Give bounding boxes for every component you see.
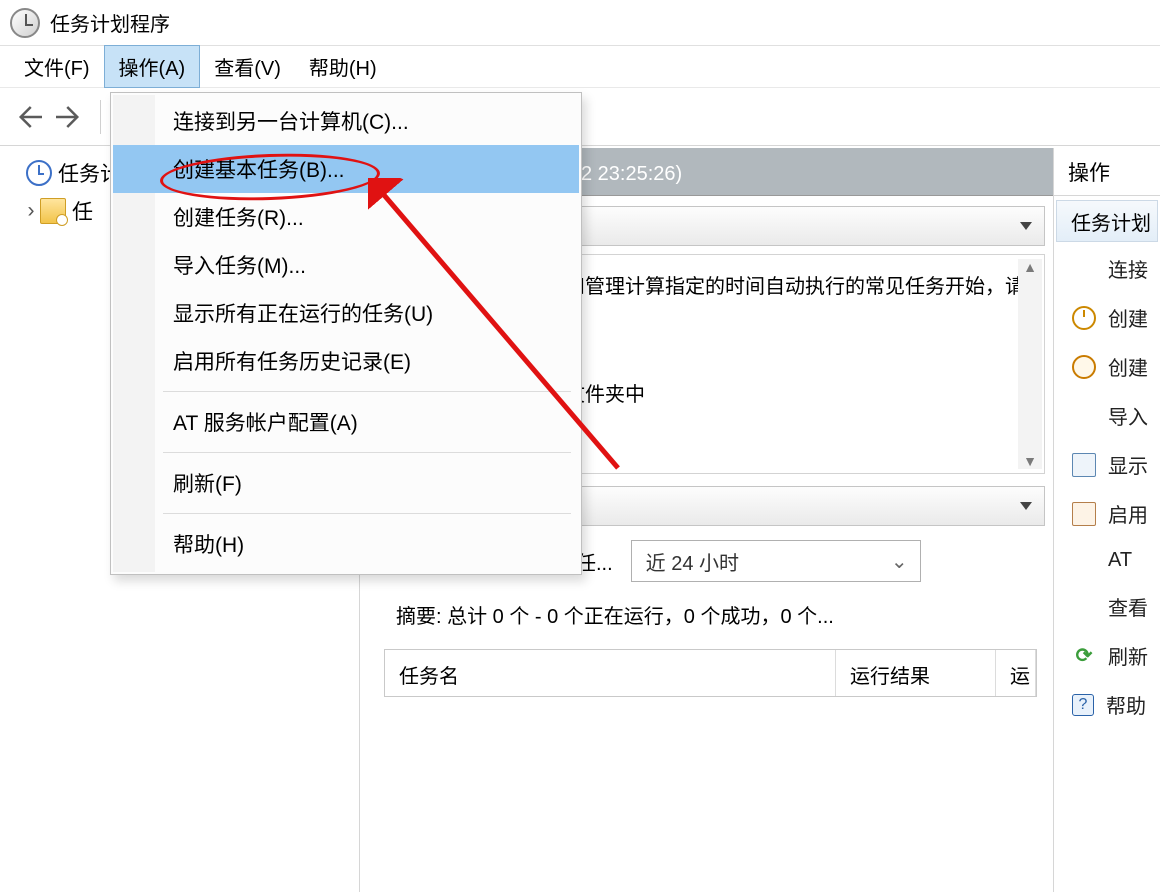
action-view[interactable]: 查看 (1054, 582, 1160, 631)
action-label: 查看 (1108, 592, 1148, 621)
clock-icon (1072, 306, 1096, 330)
period-combobox[interactable]: 近 24 小时 ⌄ (631, 540, 921, 582)
action-refresh[interactable]: ⟳ 刷新 (1054, 631, 1160, 680)
menu-action[interactable]: 操作(A) (104, 45, 201, 88)
scroll-up-icon[interactable]: ▲ (1023, 259, 1037, 275)
action-menu-dropdown: 连接到另一台计算机(C)... 创建基本任务(B)... 创建任务(R)... … (110, 92, 582, 575)
toolbar-separator (100, 100, 101, 134)
menu-item-enable-history[interactable]: 启用所有任务历史记录(E) (113, 337, 579, 385)
clock-icon (26, 160, 52, 186)
menu-item-show-running[interactable]: 显示所有正在运行的任务(U) (113, 289, 579, 337)
action-label: 创建 (1108, 303, 1148, 332)
column-extra[interactable]: 运 (996, 650, 1036, 696)
menu-file[interactable]: 文件(F) (10, 46, 104, 87)
menu-view[interactable]: 查看(V) (200, 46, 295, 87)
task-summary-line: 摘要: 总计 0 个 - 0 个正在运行，0 个成功，0 个... (396, 600, 1045, 629)
action-connect[interactable]: 连接 (1054, 244, 1160, 293)
app-icon (10, 8, 40, 38)
action-enable-history[interactable]: 启用 (1054, 489, 1160, 538)
actions-section-header: 任务计划 (1056, 200, 1158, 242)
menu-help[interactable]: 帮助(H) (295, 46, 391, 87)
chevron-down-icon: ⌄ (891, 549, 908, 574)
caret-icon (1020, 222, 1032, 230)
menu-separator (163, 391, 571, 392)
menu-item-create-basic[interactable]: 创建基本任务(B)... (113, 145, 579, 193)
action-create[interactable]: 创建 (1054, 342, 1160, 391)
action-show-running[interactable]: 显示 (1054, 440, 1160, 489)
menu-item-at-service[interactable]: AT 服务帐户配置(A) (113, 398, 579, 446)
action-label: 创建 (1108, 352, 1148, 381)
menu-item-import[interactable]: 导入任务(M)... (113, 241, 579, 289)
nav-forward-button[interactable] (52, 98, 90, 136)
scroll-down-icon[interactable]: ▼ (1023, 453, 1037, 469)
actions-title: 操作 (1054, 148, 1160, 196)
menu-item-connect[interactable]: 连接到另一台计算机(C)... (113, 97, 579, 145)
menu-bar: 文件(F) 操作(A) 查看(V) 帮助(H) (0, 46, 1160, 88)
action-label: 刷新 (1108, 641, 1148, 670)
blank-icon (1072, 257, 1096, 281)
period-value: 近 24 小时 (646, 547, 739, 576)
action-label: AT (1108, 549, 1132, 572)
menu-item-help[interactable]: 帮助(H) (113, 520, 579, 568)
action-label: 帮助 (1106, 690, 1146, 719)
blank-icon (1072, 548, 1096, 572)
history-icon (1072, 502, 1096, 526)
clock-icon (1072, 355, 1096, 379)
title-bar: 任务计划程序 (0, 0, 1160, 46)
column-task-name[interactable]: 任务名 (385, 650, 836, 696)
action-import[interactable]: 导入 (1054, 391, 1160, 440)
column-run-result[interactable]: 运行结果 (836, 650, 996, 696)
menu-separator (163, 513, 571, 514)
caret-icon (1020, 502, 1032, 510)
menu-item-create-task[interactable]: 创建任务(R)... (113, 193, 579, 241)
help-icon: ? (1072, 694, 1094, 716)
folder-icon (40, 198, 66, 224)
app-title: 任务计划程序 (50, 8, 170, 37)
task-table-header: 任务名 运行结果 运 (384, 649, 1037, 697)
scrollbar[interactable]: ▲ ▼ (1018, 259, 1042, 469)
action-create-basic[interactable]: 创建 (1054, 293, 1160, 342)
menu-separator (163, 452, 571, 453)
menu-item-refresh[interactable]: 刷新(F) (113, 459, 579, 507)
action-help[interactable]: ? 帮助 (1054, 680, 1160, 729)
blank-icon (1072, 404, 1096, 428)
actions-pane: 操作 任务计划 连接 创建 创建 导入 显示 启用 AT (1054, 148, 1160, 892)
blank-icon (1072, 595, 1096, 619)
action-label: 启用 (1108, 499, 1148, 528)
calendar-icon (1072, 453, 1096, 477)
action-label: 连接 (1108, 254, 1148, 283)
tree-expander-icon[interactable]: › (22, 199, 40, 223)
nav-back-button[interactable] (8, 98, 46, 136)
tree-root-label: 任务计 (58, 158, 118, 188)
action-at-service[interactable]: AT (1054, 538, 1160, 582)
action-label: 显示 (1108, 450, 1148, 479)
action-label: 导入 (1108, 401, 1148, 430)
refresh-icon: ⟳ (1072, 644, 1096, 668)
